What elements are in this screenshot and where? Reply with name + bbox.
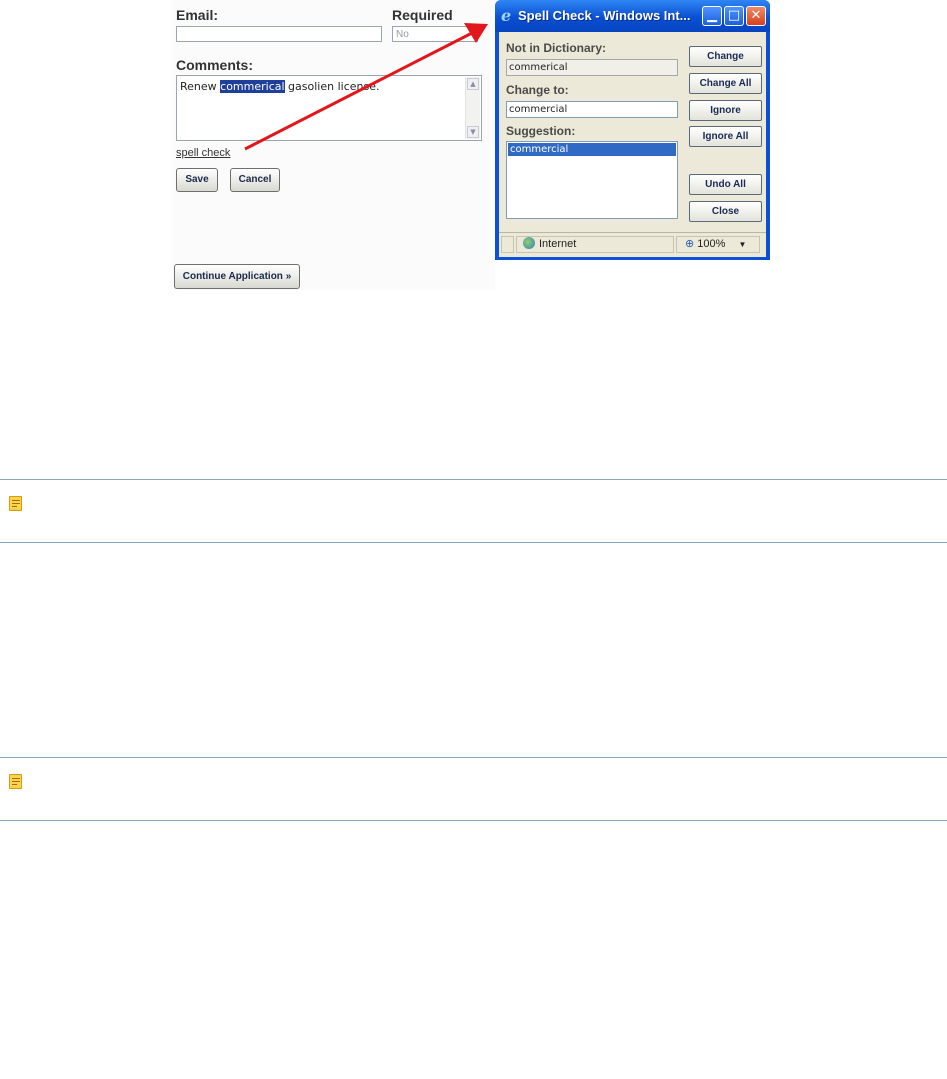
window-title: Spell Check - Windows Int... (518, 8, 691, 23)
window-title-bar[interactable]: e Spell Check - Windows Int... ▁ □ ✕ (495, 0, 770, 32)
note-divider-bottom (0, 542, 947, 543)
change-button[interactable]: Change (689, 46, 762, 67)
arrow-shaft (244, 31, 473, 151)
change-all-button[interactable]: Change All (689, 73, 762, 94)
change-to-label: Change to: (506, 83, 569, 97)
note-divider-top (0, 757, 947, 758)
note-divider-top (0, 479, 947, 480)
spell-check-body: Not in Dictionary: commerical Change to:… (499, 32, 766, 232)
suggestion-label: Suggestion: (506, 124, 576, 138)
suggestion-listbox[interactable]: commercial (506, 141, 678, 219)
security-zone: Internet (516, 236, 674, 253)
close-icon: ✕ (750, 8, 762, 23)
chevron-down-icon[interactable]: ▼ (738, 240, 746, 249)
close-window-button[interactable]: ✕ (746, 6, 766, 26)
spell-check-window: e Spell Check - Windows Int... ▁ □ ✕ Not… (495, 0, 770, 260)
not-in-dictionary-field: commerical (506, 59, 678, 76)
not-in-dictionary-label: Not in Dictionary: (506, 41, 607, 55)
zoom-icon: ⊕ (685, 238, 695, 250)
note-icon (9, 496, 22, 511)
ignore-button[interactable]: Ignore (689, 100, 762, 121)
close-button[interactable]: Close (689, 201, 762, 222)
ie-logo-icon: e (501, 6, 512, 25)
status-bar: Internet ⊕ 100% ▼ (499, 232, 766, 257)
maximize-button[interactable]: □ (724, 6, 744, 26)
suggestion-item[interactable]: commercial (508, 143, 676, 156)
ignore-all-button[interactable]: Ignore All (689, 126, 762, 147)
minimize-icon: ▁ (707, 8, 717, 23)
globe-icon (523, 237, 535, 249)
change-to-field[interactable]: commercial (506, 101, 678, 118)
note-icon (9, 774, 22, 789)
note-divider-bottom (0, 820, 947, 821)
zoom-control[interactable]: ⊕ 100% ▼ (676, 236, 760, 253)
maximize-icon: □ (727, 8, 741, 23)
status-progress-cell (501, 236, 514, 253)
red-arrow-annotation (244, 23, 488, 151)
minimize-button[interactable]: ▁ (702, 6, 722, 26)
arrow-head (464, 23, 488, 43)
undo-all-button[interactable]: Undo All (689, 174, 762, 195)
